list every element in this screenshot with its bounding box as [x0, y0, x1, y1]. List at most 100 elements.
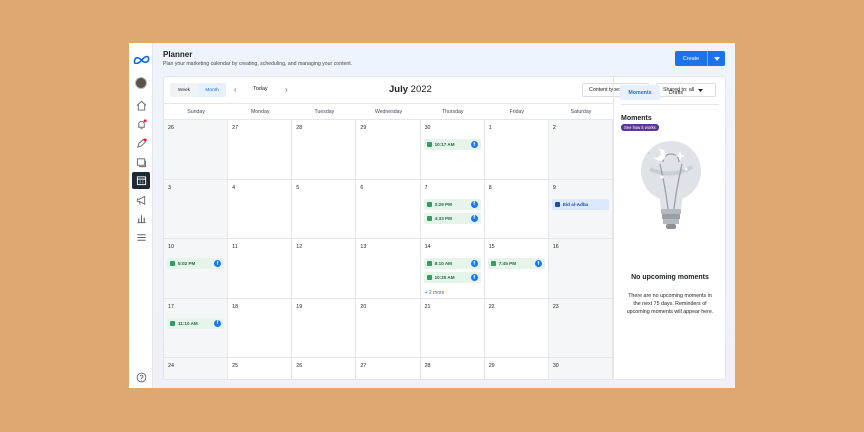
- more-posts-link[interactable]: + 2 more: [425, 290, 445, 296]
- calendar-day[interactable]: 16: [548, 239, 613, 299]
- post-time: 10:17 AM: [434, 142, 455, 147]
- day-number: 13: [360, 244, 367, 251]
- day-number: 28: [296, 125, 303, 131]
- calendar-day[interactable]: 27: [228, 120, 293, 180]
- calendar-day[interactable]: 4: [228, 179, 293, 240]
- calendar-day[interactable]: 6: [356, 179, 421, 240]
- post-time: 3:29 PM: [434, 201, 452, 207]
- help-icon[interactable]: [133, 369, 149, 385]
- tab-drafts[interactable]: Drafts: [662, 85, 690, 100]
- calendar-day[interactable]: 28: [420, 358, 485, 379]
- day-number: 14: [424, 244, 431, 251]
- calendar-day[interactable]: 28: [292, 120, 357, 180]
- facebook-icon: f: [214, 260, 222, 268]
- holiday-moment[interactable]: Eid al-Adha: [551, 198, 609, 210]
- planner-icon[interactable]: [132, 172, 150, 189]
- calendar-day[interactable]: 7 3:29 PM f 4:33 PM f: [420, 179, 485, 240]
- calendar-day[interactable]: 14 8:10 AM f 10:25 AM f + 2 more: [420, 239, 485, 299]
- calendar-day[interactable]: 10 5:02 PM f: [164, 239, 229, 299]
- create-dropdown-button[interactable]: [708, 51, 725, 66]
- day-number: 27: [360, 363, 367, 370]
- month-view-button[interactable]: Month: [198, 83, 226, 97]
- meta-logo-icon[interactable]: [132, 51, 150, 67]
- month-name: July: [389, 84, 409, 95]
- day-number: 19: [296, 303, 303, 310]
- scheduled-post[interactable]: 8:10 AM f: [423, 258, 481, 270]
- day-number: 28: [424, 363, 431, 370]
- facebook-icon: f: [470, 260, 478, 268]
- calendar-icon: [426, 142, 432, 147]
- holiday-label: Eid al-Adha: [562, 201, 589, 207]
- calendar-day[interactable]: 8: [484, 179, 549, 240]
- scheduled-post[interactable]: 3:29 PM f: [423, 198, 481, 210]
- calendar-day[interactable]: 30 10:17 AM f: [420, 120, 485, 180]
- scheduled-post[interactable]: 10:25 AM f: [423, 272, 481, 284]
- day-number: 29: [488, 363, 495, 370]
- avatar[interactable]: [133, 75, 149, 91]
- create-button[interactable]: Create: [675, 51, 708, 66]
- calendar-day[interactable]: 18: [228, 298, 293, 359]
- business-suite-window: Planner Plan your marketing calendar by …: [129, 43, 735, 388]
- calendar-day[interactable]: 29: [484, 358, 549, 379]
- day-number: 7: [424, 184, 428, 191]
- calendar-day[interactable]: 20: [356, 298, 421, 359]
- see-how-it-works-link[interactable]: See how it works: [621, 124, 659, 131]
- calendar-day[interactable]: 5: [292, 179, 357, 240]
- activity-icon[interactable]: [133, 135, 149, 151]
- calendar-day[interactable]: 22: [484, 298, 549, 359]
- post-time: 7:45 PM: [498, 261, 517, 267]
- scheduled-post[interactable]: 7:45 PM f: [487, 258, 545, 270]
- weekday-label: Monday: [250, 108, 270, 115]
- weekday-label: Wednesday: [374, 108, 403, 115]
- view-switcher: Week Month: [170, 83, 226, 97]
- scheduled-post[interactable]: 4:33 PM f: [423, 212, 481, 224]
- calendar-day[interactable]: 26: [292, 358, 357, 379]
- ads-icon[interactable]: [133, 192, 149, 208]
- menu-icon[interactable]: [133, 229, 149, 245]
- day-number: 11: [232, 244, 238, 251]
- calendar-day[interactable]: 24: [164, 358, 229, 379]
- calendar-day[interactable]: 25: [228, 358, 293, 379]
- calendar-day[interactable]: 21: [420, 298, 485, 359]
- weekday-label: Thursday: [441, 108, 464, 115]
- day-number: 2: [552, 125, 556, 131]
- calendar-day[interactable]: 27: [356, 358, 421, 379]
- next-month-button[interactable]: ›: [285, 85, 288, 94]
- day-number: 15: [488, 244, 495, 251]
- notification-icon[interactable]: [133, 116, 149, 132]
- weekday-label: Saturday: [570, 108, 592, 115]
- day-number: 17: [168, 303, 174, 310]
- tab-moments[interactable]: Moments: [620, 85, 660, 100]
- calendar-day[interactable]: 19: [292, 298, 357, 359]
- calendar-day[interactable]: 30: [548, 358, 613, 379]
- calendar-icon: [426, 215, 432, 221]
- calendar-day[interactable]: 29: [356, 120, 421, 180]
- calendar-day[interactable]: 3: [164, 179, 229, 240]
- day-number: 20: [360, 303, 367, 310]
- calendar-day[interactable]: 12: [292, 239, 357, 299]
- insights-icon[interactable]: [133, 210, 149, 226]
- calendar-day[interactable]: 11: [228, 239, 293, 299]
- day-number: 24: [168, 363, 174, 370]
- calendar-day[interactable]: 17 11:10 AM f: [164, 298, 229, 359]
- calendar-day[interactable]: 1: [484, 120, 549, 180]
- scheduled-post[interactable]: 11:10 AM f: [167, 317, 225, 329]
- calendar-day[interactable]: 23: [548, 298, 613, 359]
- calendar-day[interactable]: 13: [356, 239, 421, 299]
- week-view-button[interactable]: Week: [170, 83, 198, 97]
- posts-icon[interactable]: [133, 154, 149, 170]
- scheduled-post[interactable]: 5:02 PM f: [167, 258, 225, 270]
- calendar-day[interactable]: 9 Eid al-Adha: [548, 179, 613, 240]
- post-time: 10:25 AM: [434, 275, 455, 281]
- scheduled-post[interactable]: 10:17 AM f: [423, 139, 481, 150]
- day-number: 26: [168, 125, 174, 131]
- weekday-label: Friday: [509, 108, 524, 115]
- home-icon[interactable]: [133, 97, 149, 113]
- calendar-day[interactable]: 26: [164, 120, 229, 180]
- today-button[interactable]: Today: [253, 86, 268, 92]
- calendar-icon: [170, 320, 175, 326]
- calendar-day[interactable]: 2: [548, 120, 613, 180]
- calendar-day[interactable]: 15 7:45 PM f: [484, 239, 549, 299]
- prev-month-button[interactable]: ‹: [234, 85, 237, 94]
- facebook-icon: f: [470, 141, 478, 148]
